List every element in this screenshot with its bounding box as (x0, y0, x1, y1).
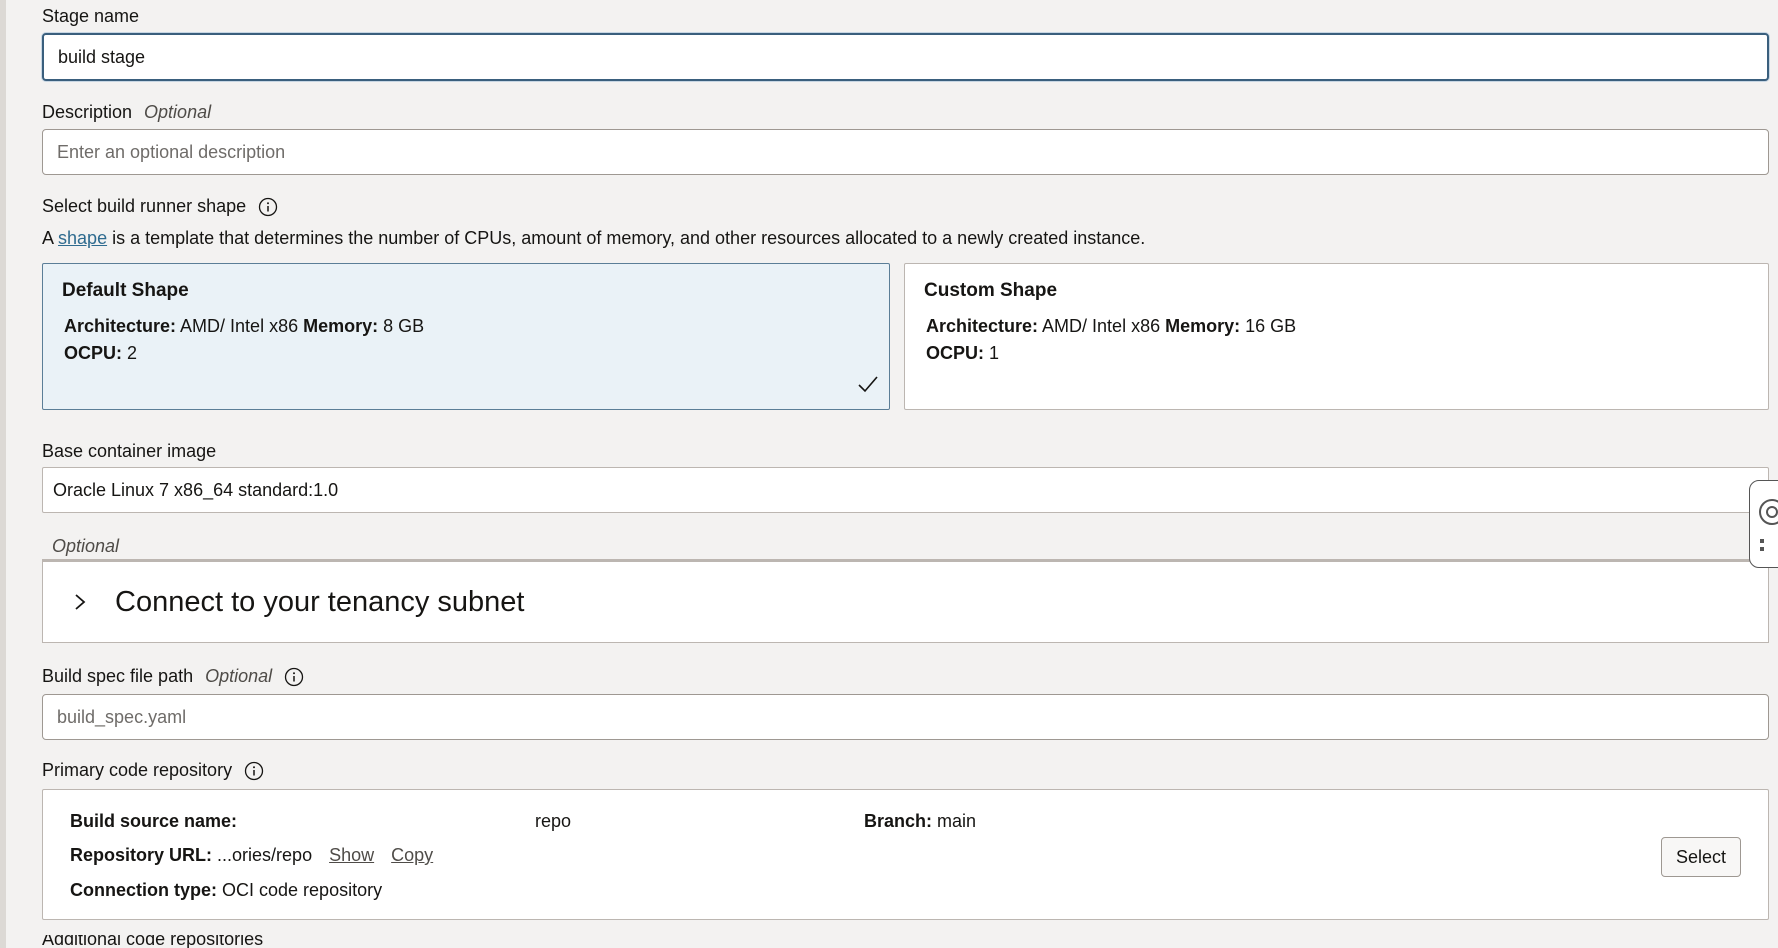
base-image-value: Oracle Linux 7 x86_64 standard:1.0 (53, 479, 339, 500)
description-label-text: Description (42, 102, 133, 122)
ocpu-label: OCPU: (64, 343, 122, 363)
help-widget[interactable] (1749, 480, 1778, 568)
branch-row: Branch: main (864, 811, 976, 832)
info-icon[interactable] (284, 667, 304, 687)
base-image-select[interactable]: Oracle Linux 7 x86_64 standard:1.0 (42, 467, 1769, 513)
connection-type-row: Connection type: OCI code repository (70, 880, 382, 901)
copy-link[interactable]: Copy (391, 845, 433, 865)
custom-shape-card[interactable]: Custom Shape Architecture: AMD/ Intel x8… (904, 263, 1769, 410)
show-link[interactable]: Show (329, 845, 374, 865)
default-shape-title: Default Shape (62, 280, 189, 301)
repo-url-value: ...ories/repo (217, 845, 313, 865)
connection-type-value: OCI code repository (222, 880, 383, 900)
additional-repos-label: Additional code repositories (42, 935, 263, 948)
subnet-collapsible[interactable]: Connect to your tenancy subnet (42, 559, 1769, 643)
info-icon[interactable] (258, 197, 278, 217)
arch-value: AMD/ Intel x86 (180, 316, 299, 336)
help-lifebuoy-icon (1759, 499, 1778, 551)
subnet-title: Connect to your tenancy subnet (115, 585, 525, 618)
build-spec-input[interactable] (42, 694, 1769, 740)
stage-name-label-text: Stage name (42, 6, 140, 26)
connection-type-label: Connection type: (70, 880, 217, 900)
memory-value: 16 GB (1245, 316, 1297, 336)
custom-shape-ocpu-line: OCPU: 1 (926, 343, 1749, 364)
shape-cards: Default Shape Architecture: AMD/ Intel x… (42, 263, 1769, 410)
shape-link[interactable]: shape (58, 228, 107, 248)
shape-desc-prefix: A (42, 228, 54, 248)
base-image-label: Base container image (42, 441, 216, 462)
default-shape-arch-line: Architecture: AMD/ Intel x86 Memory: 8 G… (64, 316, 870, 337)
ocpu-label: OCPU: (926, 343, 984, 363)
primary-repo-label-text: Primary code repository (42, 760, 233, 780)
build-spec-label: Build spec file path Optional (42, 666, 304, 687)
description-input[interactable] (42, 129, 1769, 175)
checkmark-icon (858, 376, 878, 393)
runner-shape-label: Select build runner shape (42, 196, 278, 217)
branch-value: main (937, 811, 977, 831)
memory-label: Memory: (303, 316, 379, 336)
arch-label: Architecture: (64, 316, 177, 336)
source-name-label: Build source name: (70, 811, 238, 831)
custom-shape-title: Custom Shape (924, 280, 1058, 301)
runner-shape-description: A shape is a template that determines th… (42, 228, 1145, 249)
additional-repos-label-text: Additional code repositories (42, 935, 264, 948)
description-label: Description Optional (42, 102, 211, 123)
select-repo-button[interactable]: Select (1660, 837, 1741, 877)
build-spec-optional-tag: Optional (205, 666, 273, 686)
primary-repo-label: Primary code repository (42, 760, 264, 781)
description-optional-tag: Optional (144, 102, 212, 122)
arch-label: Architecture: (926, 316, 1039, 336)
default-shape-card[interactable]: Default Shape Architecture: AMD/ Intel x… (42, 263, 890, 410)
default-shape-ocpu-line: OCPU: 2 (64, 343, 870, 364)
stage-name-label: Stage name (42, 6, 139, 27)
build-spec-label-text: Build spec file path (42, 666, 194, 686)
primary-repo-card: Build source name: repo Branch: main Rep… (42, 789, 1769, 920)
base-image-label-text: Base container image (42, 441, 217, 461)
repo-url-row: Repository URL: ...ories/repo Show Copy (70, 845, 433, 866)
ocpu-value: 1 (989, 343, 1000, 363)
arch-value: AMD/ Intel x86 (1042, 316, 1161, 336)
runner-shape-label-text: Select build runner shape (42, 196, 247, 216)
info-icon[interactable] (244, 761, 264, 781)
memory-value: 8 GB (383, 316, 425, 336)
source-name-row: Build source name: (70, 811, 237, 832)
memory-label: Memory: (1165, 316, 1241, 336)
source-name-value: repo (535, 811, 572, 831)
repo-url-label: Repository URL: (70, 845, 213, 865)
stage-name-input[interactable] (42, 33, 1769, 81)
chevron-right-icon (75, 594, 86, 610)
custom-shape-arch-line: Architecture: AMD/ Intel x86 Memory: 16 … (926, 316, 1749, 337)
shape-desc-suffix: is a template that determines the number… (112, 228, 1146, 248)
subnet-optional-tag: Optional (52, 536, 120, 556)
ocpu-value: 2 (127, 343, 138, 363)
branch-label: Branch: (864, 811, 933, 831)
left-rail (0, 0, 6, 948)
